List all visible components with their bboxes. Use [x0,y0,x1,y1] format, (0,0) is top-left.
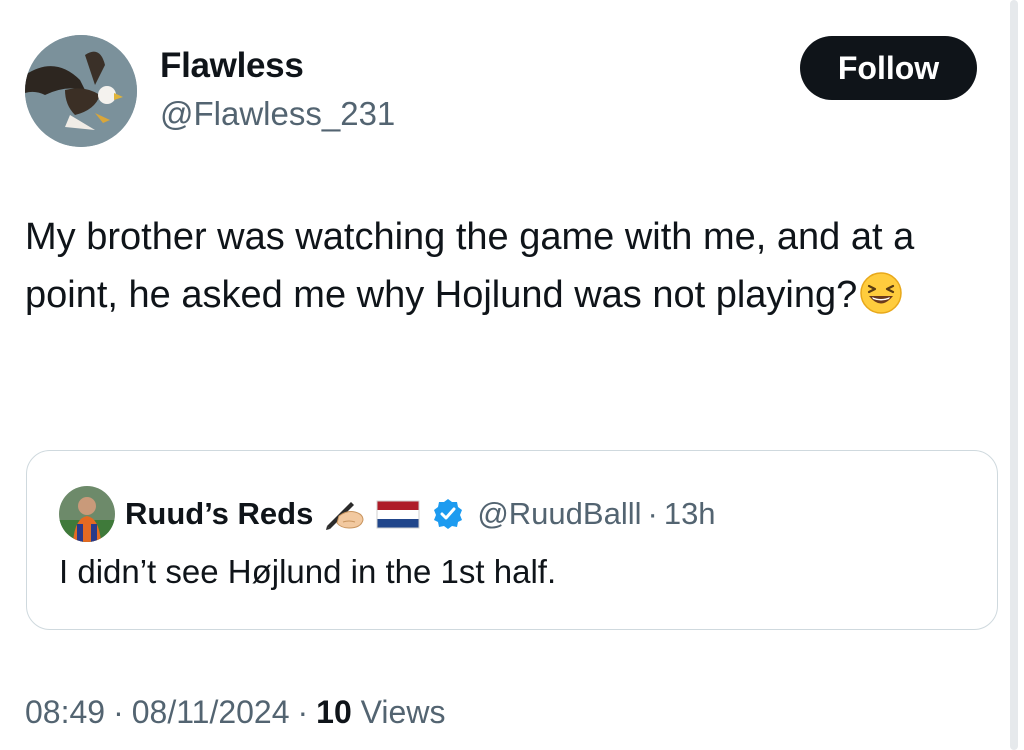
follow-button[interactable]: Follow [800,36,977,100]
author-display-name[interactable]: Flawless [160,46,304,86]
post-date[interactable]: 08/11/2024 [132,694,290,730]
quoted-header: Ruud’s Reds @RuudBalll · 13h [125,491,716,537]
quoted-timestamp[interactable]: 13h [664,496,716,532]
eagle-avatar-icon [25,35,137,147]
writing-hand-icon [323,496,365,532]
quoted-text: I didn’t see Højlund in the 1st half. [59,553,557,590]
tweet-body: My brother was watching the game with me… [25,208,985,324]
views-label: Views [360,694,446,730]
quoted-avatar[interactable] [59,486,115,542]
scrollbar[interactable] [1010,0,1018,750]
author-handle[interactable]: @Flawless_231 [160,95,395,133]
tweet-meta: 08:49 · 08/11/2024 · 10 Views [25,694,445,731]
laughing-face-icon [859,271,903,315]
post-time[interactable]: 08:49 [25,694,105,730]
quoted-separator: · [647,496,658,531]
views-count: 10 [316,694,352,730]
meta-separator: · [113,694,124,730]
quoted-avatar-icon [59,486,115,542]
author-avatar[interactable] [25,35,137,147]
meta-separator: · [297,694,309,730]
quoted-display-name[interactable]: Ruud’s Reds [125,496,313,532]
netherlands-flag-icon [375,499,421,529]
quoted-handle[interactable]: @RuudBalll [477,496,641,532]
quoted-tweet[interactable]: Ruud’s Reds @RuudBalll · 13h I didn’t se… [26,450,998,630]
tweet-text: My brother was watching the game with me… [25,216,915,316]
verified-badge-icon [431,497,465,531]
